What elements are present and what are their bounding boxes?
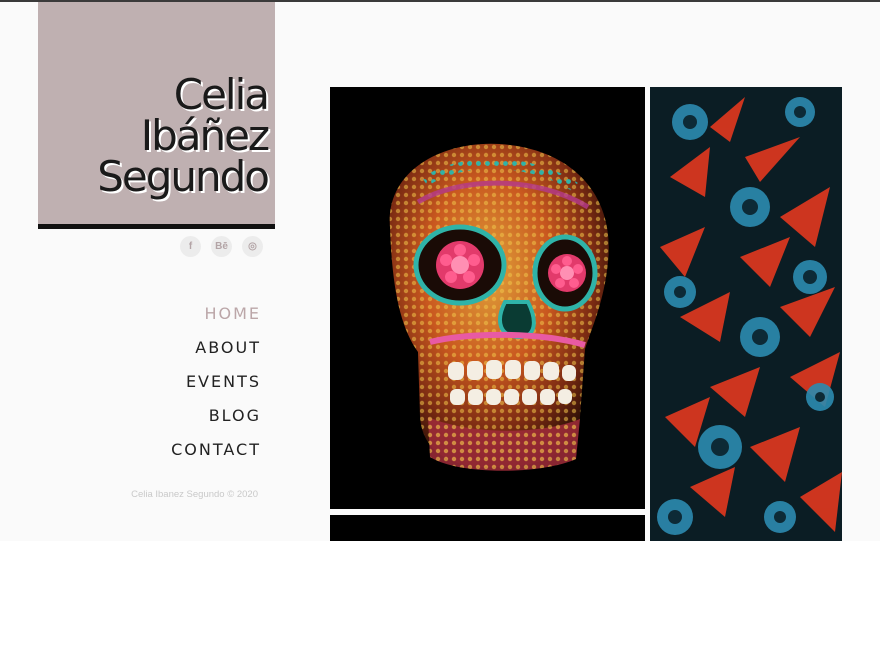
site-container: Celia Ibáñez Segundo f Bē ◎ HOME ABOUT E… — [0, 2, 880, 541]
instagram-icon[interactable]: ◎ — [242, 236, 263, 257]
facebook-icon[interactable]: f — [180, 236, 201, 257]
footer-credit: Celia Ibanez Segundo © 2020 — [131, 489, 258, 500]
logo-line-middle: Ibáñez — [140, 111, 270, 161]
dark-image[interactable] — [330, 515, 645, 541]
nav-item-about[interactable]: ABOUT — [171, 334, 261, 368]
succulents-illustration — [650, 87, 842, 541]
nav-item-contact[interactable]: CONTACT — [171, 436, 261, 470]
logo-line-last: Segundo — [97, 152, 270, 202]
nav-item-events[interactable]: EVENTS — [171, 368, 261, 402]
sugar-skull-image[interactable] — [330, 87, 645, 509]
logo-line-first: Celia — [173, 70, 270, 119]
nav-item-blog[interactable]: BLOG — [171, 402, 261, 436]
site-logo[interactable]: Celia Ibáñez Segundo — [97, 70, 270, 202]
sugar-skull-illustration — [330, 87, 645, 509]
main-nav: HOME ABOUT EVENTS BLOG CONTACT — [171, 300, 261, 470]
nav-item-home[interactable]: HOME — [171, 300, 261, 334]
social-links: f Bē ◎ — [180, 236, 263, 257]
succulents-image[interactable] — [650, 87, 842, 541]
behance-icon[interactable]: Bē — [211, 236, 232, 257]
logo-block[interactable]: Celia Ibáñez Segundo — [38, 2, 275, 229]
